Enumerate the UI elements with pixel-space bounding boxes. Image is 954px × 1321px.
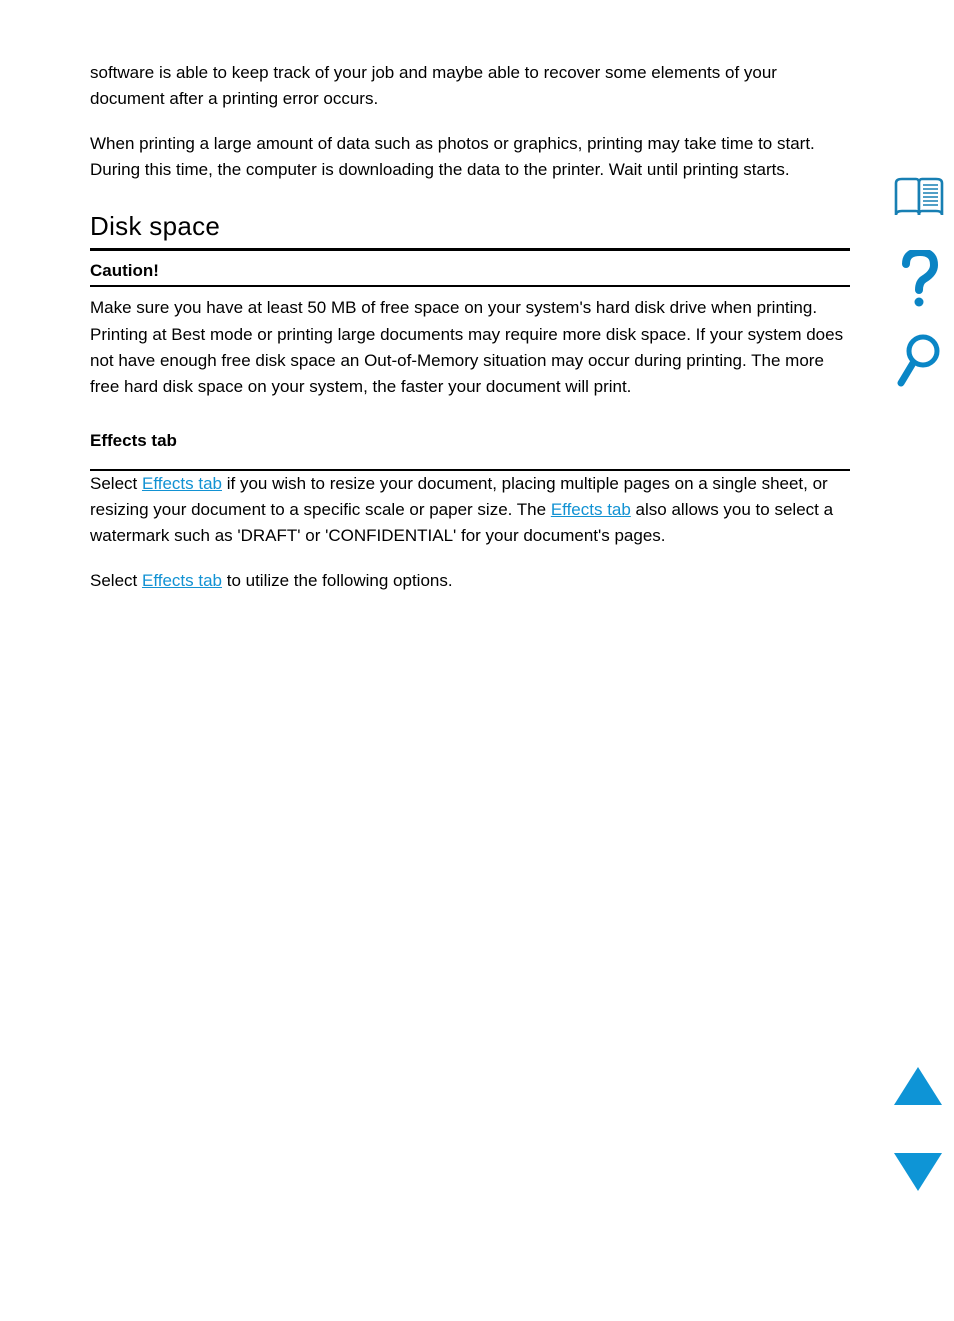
book-icon[interactable]: [891, 170, 947, 226]
caution-body: Make sure you have at least 50 MB of fre…: [90, 295, 850, 400]
link-effects-tab[interactable]: Effects tab: [551, 500, 631, 519]
body-paragraph: Select Effects tab to utilize the follow…: [90, 568, 850, 594]
link-effects-tab[interactable]: Effects tab: [142, 571, 222, 590]
magnifying-glass-icon[interactable]: [891, 334, 947, 390]
body-paragraph: Select Effects tab if you wish to resize…: [90, 471, 850, 550]
subheading-effects-tab: Effects tab: [90, 431, 850, 451]
body-paragraph: software is able to keep track of your j…: [90, 60, 850, 113]
text-span: to utilize the following options.: [222, 571, 453, 590]
divider: [90, 285, 850, 287]
divider: [90, 248, 850, 251]
section-heading-disk-space: Disk space: [90, 211, 850, 242]
link-effects-tab[interactable]: Effects tab: [142, 474, 222, 493]
caution-label: Caution!: [90, 261, 850, 281]
question-mark-icon[interactable]: [891, 252, 947, 308]
text-span: Select: [90, 571, 142, 590]
page-up-icon[interactable]: [894, 1067, 942, 1105]
text-span: Select: [90, 474, 142, 493]
body-paragraph: When printing a large amount of data suc…: [90, 131, 850, 184]
page-down-icon[interactable]: [894, 1153, 942, 1191]
